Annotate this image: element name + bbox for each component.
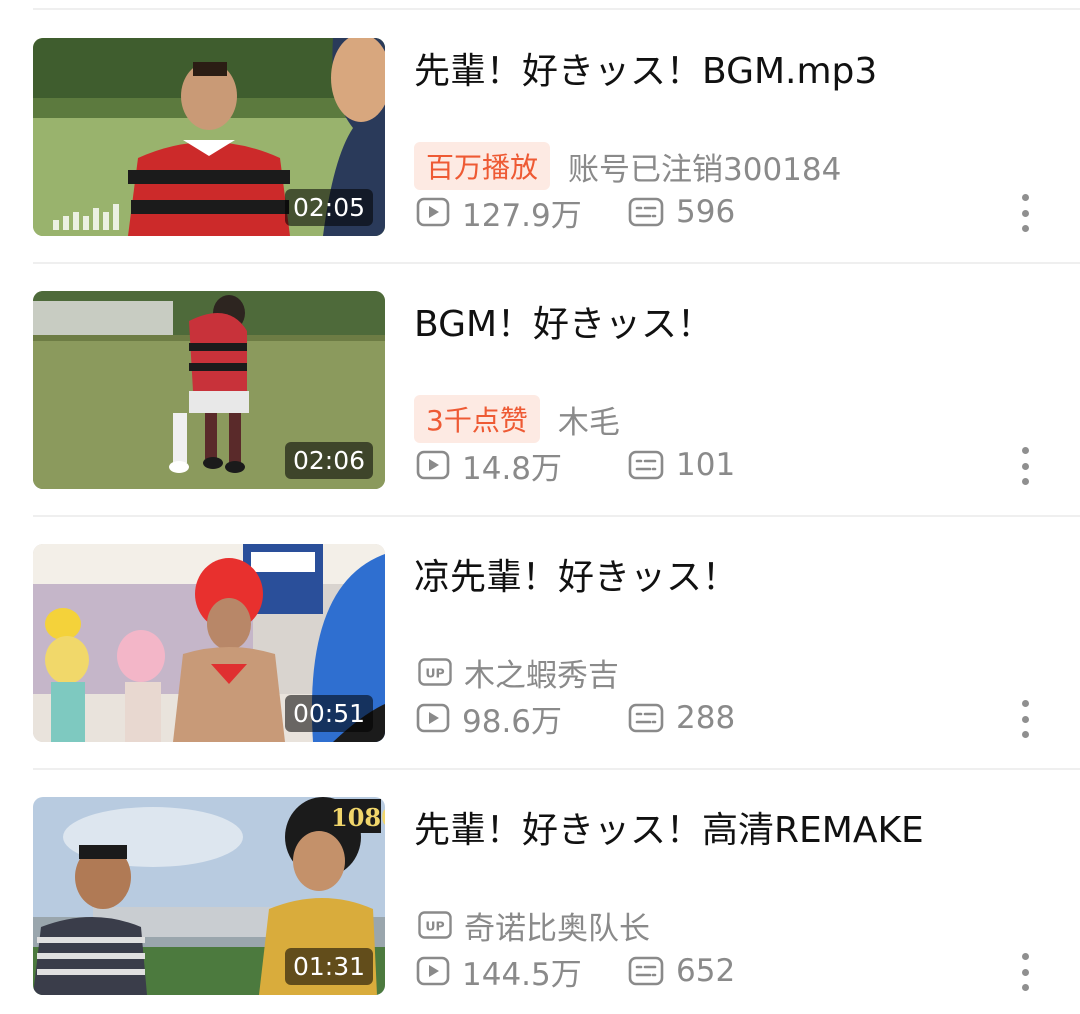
up-badge-label: UP [425, 666, 444, 681]
play-count-value: 14.8万 [462, 450, 563, 487]
divider [33, 768, 1080, 770]
video-card[interactable]: 00:51 凉先輩！好きッス！ UP 木之蝦秀吉 98.6万 288 [0, 544, 1080, 744]
video-title[interactable]: 先輩！好きッス！高清REMAKE [414, 801, 924, 853]
up-badge-icon: UP [418, 658, 452, 686]
video-title[interactable]: BGM！好きッス！ [414, 295, 713, 347]
divider [33, 8, 1080, 10]
video-stats: 14.8万 101 [416, 443, 735, 488]
video-card[interactable]: 02:05 先輩！好きッス！BGM.mp3 百万播放 账号已注销300184 1… [0, 38, 1080, 238]
video-duration: 02:05 [284, 189, 373, 226]
popularity-badge: 3千点赞 [414, 395, 540, 443]
play-count-icon [416, 703, 450, 733]
play-count: 127.9万 [416, 190, 628, 235]
divider [33, 515, 1080, 517]
uploader-name[interactable]: 账号已注销300184 [568, 144, 841, 189]
quality-tag: 1080 [331, 803, 385, 832]
divider [33, 262, 1080, 264]
play-count-icon [416, 197, 450, 227]
danmaku-count-value: 101 [676, 447, 736, 483]
video-meta: UP 木之蝦秀吉 [414, 650, 619, 694]
uploader-name[interactable]: 奇诺比奥队长 [464, 903, 650, 948]
danmaku-count: 596 [628, 194, 735, 230]
danmaku-count-value: 288 [676, 700, 736, 736]
play-count-icon [416, 450, 450, 480]
danmaku-count-icon [628, 956, 664, 986]
video-meta: 3千点赞 木毛 [414, 395, 620, 443]
video-card[interactable]: 1080 01:31 先輩！好きッス！高清REMAKE UP 奇诺比奥队长 14… [0, 797, 1080, 997]
play-count-value: 98.6万 [462, 703, 563, 740]
play-count: 144.5万 [416, 949, 628, 994]
video-thumbnail[interactable]: 02:05 [33, 38, 385, 236]
play-count-value: 144.5万 [462, 956, 582, 993]
danmaku-count-icon [628, 703, 664, 733]
danmaku-count-value: 652 [676, 953, 736, 989]
video-duration: 01:31 [284, 948, 373, 985]
video-thumbnail[interactable]: 1080 01:31 [33, 797, 385, 995]
more-vertical-icon[interactable] [1012, 447, 1038, 485]
more-vertical-icon[interactable] [1012, 953, 1038, 991]
video-title[interactable]: 凉先輩！好きッス！ [414, 548, 738, 600]
video-stats: 144.5万 652 [416, 949, 735, 994]
video-duration: 00:51 [284, 695, 373, 732]
video-thumbnail[interactable]: 02:06 [33, 291, 385, 489]
danmaku-count-icon [628, 450, 664, 480]
video-stats: 98.6万 288 [416, 696, 735, 741]
play-count: 98.6万 [416, 696, 628, 741]
danmaku-count: 288 [628, 700, 735, 736]
video-card[interactable]: 02:06 BGM！好きッス！ 3千点赞 木毛 14.8万 101 [0, 291, 1080, 491]
danmaku-count-icon [628, 197, 664, 227]
play-count: 14.8万 [416, 443, 628, 488]
video-title[interactable]: 先輩！好きッス！BGM.mp3 [414, 42, 877, 94]
video-thumbnail[interactable]: 00:51 [33, 544, 385, 742]
danmaku-count-value: 596 [676, 194, 736, 230]
video-list: 02:05 先輩！好きッス！BGM.mp3 百万播放 账号已注销300184 1… [0, 0, 1080, 1014]
popularity-badge: 百万播放 [414, 142, 551, 190]
more-vertical-icon[interactable] [1012, 700, 1038, 738]
video-meta: 百万播放 账号已注销300184 [414, 142, 841, 190]
play-count-value: 127.9万 [462, 197, 582, 234]
video-meta: UP 奇诺比奥队长 [414, 903, 650, 947]
more-vertical-icon[interactable] [1012, 194, 1038, 232]
video-stats: 127.9万 596 [416, 190, 735, 235]
play-count-icon [416, 956, 450, 986]
up-badge-label: UP [425, 919, 444, 934]
uploader-name[interactable]: 木毛 [558, 397, 620, 442]
video-duration: 02:06 [284, 442, 373, 479]
danmaku-count: 652 [628, 953, 735, 989]
up-badge-icon: UP [418, 911, 452, 939]
uploader-name[interactable]: 木之蝦秀吉 [464, 650, 619, 695]
danmaku-count: 101 [628, 447, 735, 483]
